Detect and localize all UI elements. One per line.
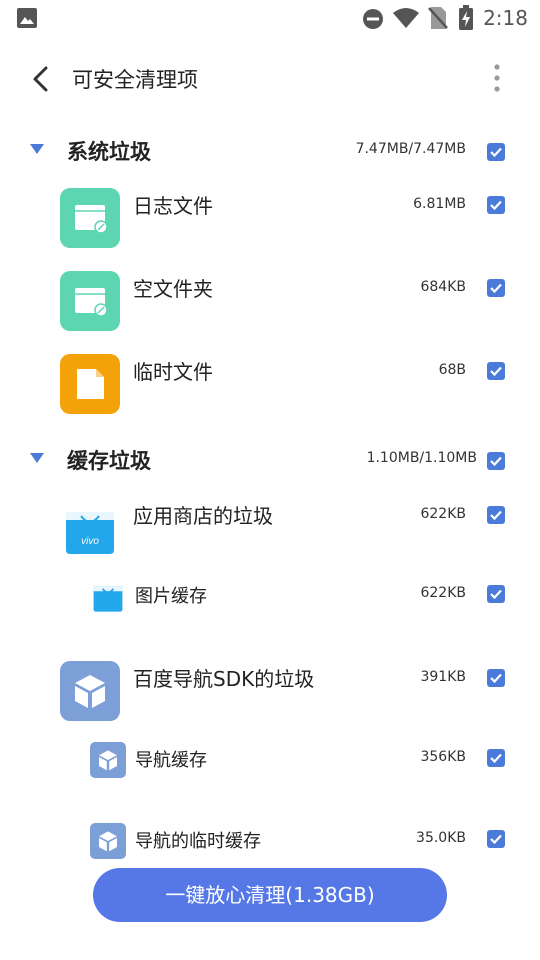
page-title: 可安全清理项 [72,68,198,92]
app-bar: 可安全清理项 [0,48,540,108]
item-checkbox[interactable] [487,362,505,380]
section-cache-junk[interactable]: 缓存垃圾 1.10MB/1.10MB [0,441,540,481]
item-label: 日志文件 [133,194,213,218]
collapse-triangle-icon[interactable] [30,144,44,154]
section-checkbox[interactable] [487,143,505,161]
section-system-junk[interactable]: 系统垃圾 7.47MB/7.47MB [0,132,540,172]
item-size: 391KB [420,669,466,685]
back-arrow-icon[interactable] [28,64,54,94]
list-item-app-store-junk[interactable]: vivo 应用商店的垃圾 622KB [0,494,540,564]
empty-folder-icon [60,271,120,331]
section-checkbox[interactable] [487,452,505,470]
item-label: 临时文件 [133,360,213,384]
log-file-icon [60,188,120,248]
battery-charging-icon [459,5,473,30]
app-store-icon [90,578,126,614]
item-checkbox[interactable] [487,279,505,297]
item-label: 图片缓存 [135,586,207,607]
more-options-icon[interactable] [490,63,504,93]
wifi-icon [393,8,419,28]
item-label: 导航的临时缓存 [135,831,261,852]
item-label: 空文件夹 [133,277,213,301]
item-size: 622KB [420,506,466,522]
no-sim-icon [428,7,448,29]
item-checkbox[interactable] [487,749,505,767]
list-item-nav-temp-cache[interactable]: 导航的临时缓存 35.0KB [0,821,540,861]
item-checkbox[interactable] [487,669,505,687]
one-click-clean-button[interactable]: 一键放心清理(1.38GB) [93,868,447,922]
item-checkbox[interactable] [487,585,505,603]
item-size: 6.81MB [413,196,466,212]
temp-file-icon [60,354,120,414]
section-size: 7.47MB/7.47MB [355,141,466,157]
status-time: 2:18 [483,6,528,30]
list-item-temp-files[interactable]: 临时文件 68B [0,350,540,420]
item-size: 356KB [420,749,466,765]
list-item-baidu-nav-sdk-junk[interactable]: 百度导航SDK的垃圾 391KB [0,657,540,727]
section-title: 系统垃圾 [67,140,151,164]
collapse-triangle-icon[interactable] [30,453,44,463]
list-item-image-cache[interactable]: 图片缓存 622KB [0,576,540,616]
sdk-box-icon [90,742,126,778]
item-size: 622KB [420,585,466,601]
item-checkbox[interactable] [487,506,505,524]
svg-text:vivo: vivo [81,536,99,547]
sdk-box-icon [60,661,120,721]
item-size: 35.0KB [416,830,466,846]
section-title: 缓存垃圾 [67,449,151,473]
gallery-icon [17,8,37,28]
item-size: 68B [438,362,466,378]
do-not-disturb-icon [363,9,383,29]
item-label: 应用商店的垃圾 [133,504,273,528]
item-checkbox[interactable] [487,830,505,848]
item-size: 684KB [420,279,466,295]
sdk-box-icon [90,823,126,859]
status-bar: 2:18 [0,0,540,36]
section-size: 1.10MB/1.10MB [366,450,477,466]
list-item-nav-cache[interactable]: 导航缓存 356KB [0,740,540,780]
item-label: 百度导航SDK的垃圾 [133,667,315,691]
item-checkbox[interactable] [487,196,505,214]
list-item-empty-folders[interactable]: 空文件夹 684KB [0,267,540,337]
item-label: 导航缓存 [135,750,207,771]
list-item-log-files[interactable]: 日志文件 6.81MB [0,184,540,254]
app-store-icon: vivo [60,498,120,558]
